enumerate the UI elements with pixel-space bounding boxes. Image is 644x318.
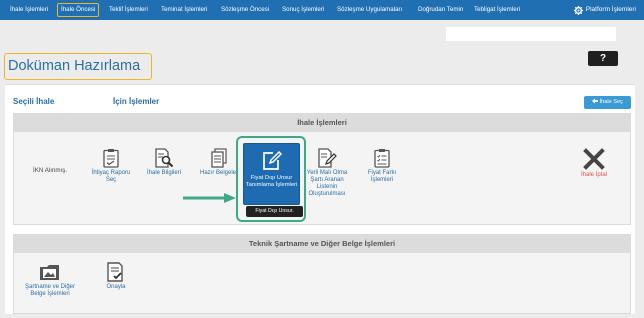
select-tender-button[interactable]: İhale Seç <box>584 96 631 109</box>
section-title: İhale İşlemleri <box>14 114 630 132</box>
selected-tender-label: Seçili İhale <box>13 97 55 106</box>
tile-onayla[interactable]: Onayla <box>96 262 136 291</box>
tile-label: Yerli Malı Olma Şartı Aranan Listenin Ol… <box>306 170 348 197</box>
nav-teminat-islemleri[interactable]: Teminat İşlemleri <box>161 3 207 17</box>
nav-sozlesme-uygulamalari[interactable]: Sözleşme Uygulamaları <box>337 3 402 17</box>
select-tender-label: İhale Seç <box>599 99 623 105</box>
actions-for-label: İçin İşlemler <box>113 97 160 106</box>
document-search-icon <box>155 148 174 168</box>
nav-teklif-islemleri[interactable]: Teklif İşlemleri <box>109 3 148 17</box>
nav-ihale-islemleri[interactable]: İhale İşlemleri <box>10 3 48 17</box>
tile-label: İhale Bilgileri <box>146 170 182 176</box>
documents-icon <box>211 148 227 168</box>
ikn-status-text: İKN Alınmış. <box>33 167 68 174</box>
platform-menu[interactable]: Platform İşlemleri <box>573 3 636 17</box>
tile-ihale-iptal[interactable]: İhale İptal <box>570 148 618 179</box>
nav-sonuc-islemleri[interactable]: Sonuç İşlemleri <box>282 3 324 17</box>
help-button[interactable]: ? <box>588 51 618 66</box>
top-navigation-bar: İhale İşlemleri İhale Öncesi Teklif İşle… <box>0 0 644 20</box>
nav-tebligat-islemleri[interactable]: Tebligat İşlemleri <box>474 3 520 17</box>
tile-fiyat-disi-unsur[interactable]: Fiyat Dışı Unsur Tanımlama İşlemleri <box>243 143 300 205</box>
gear-icon <box>573 5 583 15</box>
tile-label: Fiyat Farkı İşlemleri <box>367 170 397 183</box>
edit-icon <box>262 150 282 170</box>
clipboard-check-icon <box>103 149 119 168</box>
nav-ihale-oncesi[interactable]: İhale Öncesi <box>57 3 100 17</box>
back-arrow-icon <box>592 98 599 103</box>
tile-label: Onayla <box>106 284 126 290</box>
blank-panel <box>446 27 616 41</box>
folder-image-icon <box>40 265 59 280</box>
pointer-arrow-icon <box>183 193 236 203</box>
nav-dogrudan-temin[interactable]: Doğrudan Temin <box>418 3 463 17</box>
tile-label: Fiyat Dışı Unsur Tanımlama İşlemleri <box>245 175 298 188</box>
nav-sozlesme-oncesi[interactable]: Sözleşme Öncesi <box>221 3 269 17</box>
tooltip: Fiyat Dışı Unsur. <box>246 206 303 217</box>
tile-fiyat-farki[interactable]: Fiyat Farkı İşlemleri <box>359 148 405 184</box>
tile-ihtiyac-raporu[interactable]: İhtiyaç Raporu Seç <box>88 148 134 184</box>
document-edit-icon <box>318 148 337 168</box>
tile-sartname-belge[interactable]: Şartname ve Diğer Belge İşlemleri <box>20 262 80 298</box>
tile-label: Şartname ve Diğer Belge İşlemleri <box>24 284 76 297</box>
tile-label: İhtiyaç Raporu Seç <box>91 170 131 183</box>
approve-icon <box>107 262 123 282</box>
checklist-icon <box>374 149 390 168</box>
tile-label: İhale İptal <box>580 172 608 178</box>
tile-yerli-mali[interactable]: Yerli Malı Olma Şartı Aranan Listenin Ol… <box>302 148 352 198</box>
tile-ihale-bilgileri[interactable]: İhale Bilgileri <box>140 148 188 177</box>
platform-label: Platform İşlemleri <box>585 6 636 13</box>
page-title: Doküman Hazırlama <box>4 53 152 80</box>
section-title: Teknik Şartname ve Diğer Belge İşlemleri <box>14 235 630 253</box>
close-icon <box>583 148 605 170</box>
